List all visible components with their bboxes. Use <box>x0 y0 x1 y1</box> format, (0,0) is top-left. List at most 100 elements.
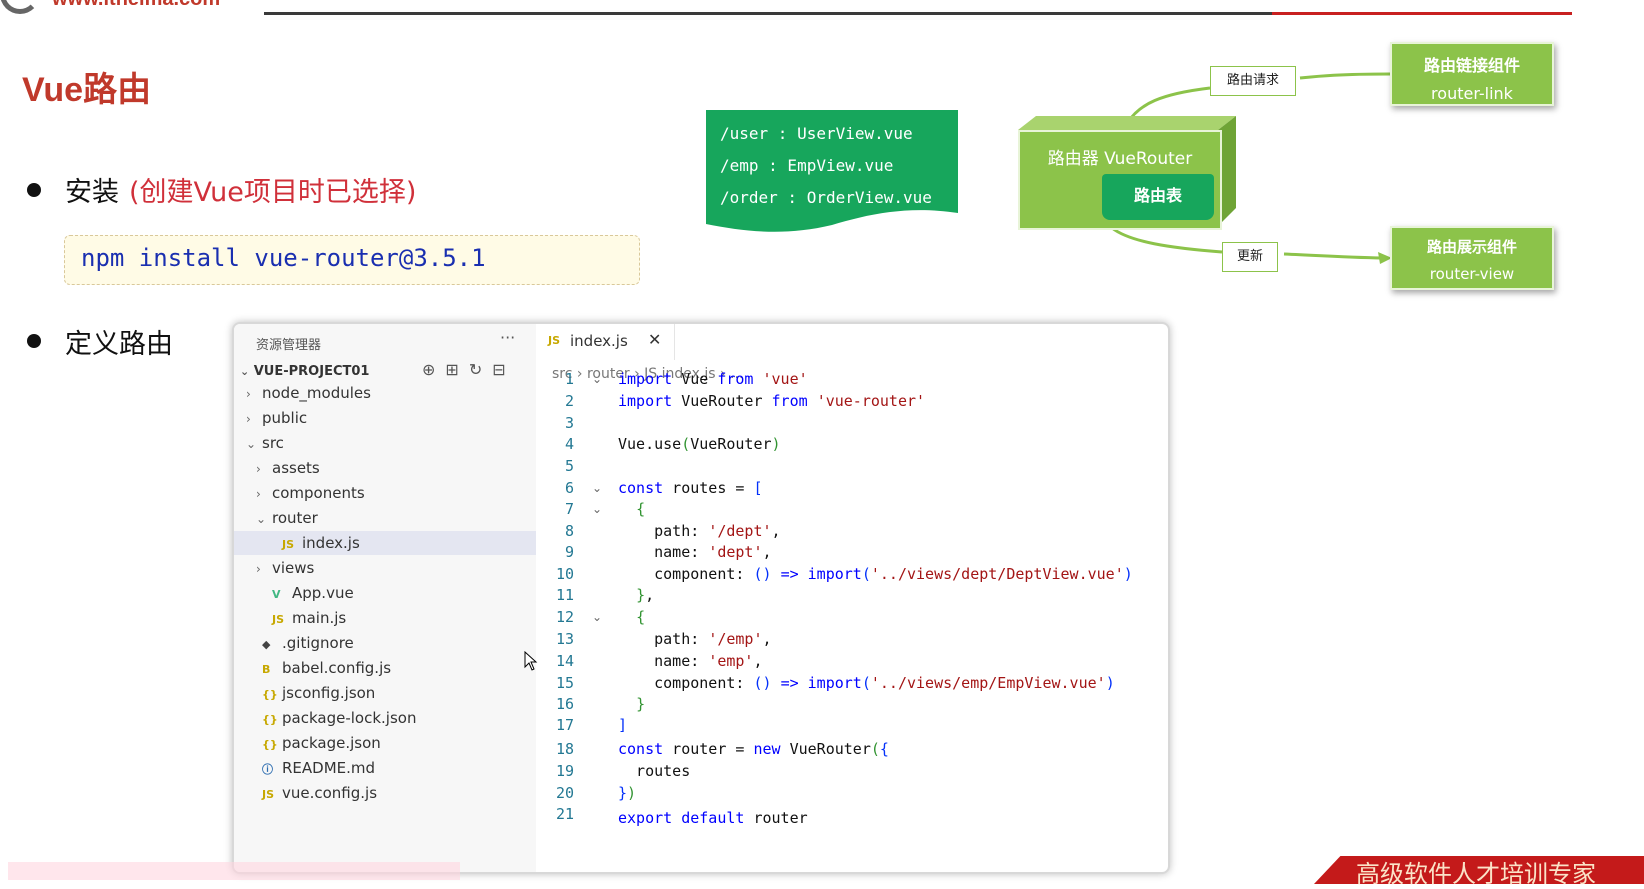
router-link-box: 路由链接组件 router-link <box>1390 42 1554 106</box>
install-command: npm install vue-router@3.5.1 <box>81 244 486 272</box>
code-line[interactable]: path: '/dept', <box>618 522 780 540</box>
install-command-box: npm install vue-router@3.5.1 <box>64 235 640 285</box>
code-line[interactable]: import Vue from 'vue' <box>618 370 808 388</box>
tree-item[interactable]: ⌄ src <box>234 431 536 455</box>
route-table-banner: /user : UserView.vue /emp : EmpView.vue … <box>706 110 958 240</box>
line-number: 7 <box>564 500 574 518</box>
line-number: 21 <box>555 805 574 823</box>
line-number: 13 <box>555 630 574 648</box>
tree-item-label: babel.config.js <box>282 659 392 677</box>
tree-item-label: .gitignore <box>282 634 354 652</box>
close-icon[interactable]: ✕ <box>648 330 661 349</box>
file-type-icon: B <box>262 663 271 676</box>
tab-label: index.js <box>570 332 628 350</box>
bullet-install-note: (创建Vue项目时已选择) <box>129 177 417 208</box>
tree-item[interactable]: Bbabel.config.js <box>234 656 536 680</box>
new-file-icon[interactable]: ⊕ <box>422 360 445 379</box>
fold-chevron-icon[interactable]: ⌄ <box>592 610 602 624</box>
line-number: 12 <box>555 608 574 626</box>
bullet-install: 安装 (创建Vue项目时已选择) <box>65 170 416 209</box>
tree-item-label: package.json <box>282 734 381 752</box>
code-line[interactable]: const router = new VueRouter({ <box>618 740 889 758</box>
tree-item[interactable]: ⌄ router <box>234 506 536 530</box>
line-number: 3 <box>564 414 574 432</box>
request-label: 路由请求 <box>1210 66 1296 96</box>
tree-item[interactable]: V App.vue <box>234 581 536 605</box>
tree-item[interactable]: › node_modules <box>234 381 536 405</box>
progress-strip <box>8 862 460 880</box>
code-line[interactable]: }) <box>618 784 636 802</box>
tree-item[interactable]: › components <box>234 481 536 505</box>
code-line[interactable]: { <box>618 608 645 626</box>
tree-item[interactable]: ◆ .gitignore <box>234 631 536 655</box>
bullet-icon <box>27 334 41 348</box>
code-line[interactable]: ] <box>618 716 627 734</box>
code-line[interactable]: name: 'emp', <box>618 652 762 670</box>
refresh-icon[interactable]: ↻ <box>469 360 492 379</box>
file-type-icon: ◆ <box>262 638 271 651</box>
tree-item[interactable]: › public <box>234 406 536 430</box>
line-number: 19 <box>555 762 574 780</box>
explorer-panel: 资源管理器 ··· ⌄ VUE-PROJECT01 ⊕⊞↻⊟ › node_mod… <box>234 324 536 872</box>
line-number: 8 <box>564 522 574 540</box>
code-line[interactable]: { <box>618 500 645 518</box>
chevron-down-icon: ⌄ <box>240 365 250 378</box>
tree-item[interactable]: JS vue.config.js <box>234 781 536 805</box>
new-folder-icon[interactable]: ⊞ <box>445 360 468 379</box>
tree-item-label: assets <box>272 459 320 477</box>
route-line: /user : UserView.vue <box>720 124 913 143</box>
tree-item[interactable]: JS index.js <box>234 531 536 555</box>
tree-item-label: components <box>272 484 365 502</box>
vuerouter-box: 路由器 VueRouter 路由表 <box>1018 130 1222 230</box>
code-line[interactable]: Vue.use(VueRouter) <box>618 435 781 453</box>
fold-chevron-icon[interactable]: ⌄ <box>592 481 602 495</box>
project-root[interactable]: ⌄ VUE-PROJECT01 <box>240 364 369 379</box>
code-line[interactable]: component: () => import('../views/dept/D… <box>618 565 1133 583</box>
code-line[interactable]: } <box>618 695 645 713</box>
code-line[interactable]: component: () => import('../views/emp/Em… <box>618 674 1115 692</box>
line-number: 15 <box>555 674 574 692</box>
fold-chevron-icon[interactable]: ⌄ <box>592 502 602 516</box>
project-name: VUE-PROJECT01 <box>253 364 370 379</box>
line-number: 2 <box>564 392 574 410</box>
tree-item[interactable]: {} package-lock.json <box>234 706 536 730</box>
line-number: 20 <box>555 784 574 802</box>
chevron-icon: ⌄ <box>256 512 267 526</box>
router-view-title: 路由展示组件 <box>1426 238 1517 256</box>
code-line[interactable]: routes <box>618 762 690 780</box>
code-line[interactable]: export default router <box>618 809 808 827</box>
chevron-icon: › <box>256 562 261 576</box>
tree-item-label: src <box>262 434 284 452</box>
tree-item[interactable]: {} package.json <box>234 731 536 755</box>
code-line[interactable]: path: '/emp', <box>618 630 771 648</box>
logo: www.itheima.com <box>0 0 280 18</box>
line-number: 1 <box>564 370 574 388</box>
router-link-sub: router-link <box>1431 84 1513 103</box>
router-view-sub: router-view <box>1429 265 1515 283</box>
tree-item[interactable]: › assets <box>234 456 536 480</box>
tree-item[interactable]: {} jsconfig.json <box>234 681 536 705</box>
line-number: 4 <box>564 435 574 453</box>
explorer-more-icon[interactable]: ··· <box>500 328 515 347</box>
line-number: 16 <box>555 695 574 713</box>
code-line[interactable]: name: 'dept', <box>618 543 771 561</box>
tree-item[interactable]: ⓘ README.md <box>234 756 536 780</box>
code-line[interactable]: import VueRouter from 'vue-router' <box>618 392 925 410</box>
tree-item-label: views <box>272 559 315 577</box>
file-type-icon: JS <box>272 613 285 626</box>
explorer-actions: ⊕⊞↻⊟ <box>422 360 516 379</box>
line-number: 5 <box>564 457 574 475</box>
code-line[interactable]: const routes = [ <box>618 479 763 497</box>
fold-chevron-icon[interactable]: ⌄ <box>592 372 602 386</box>
tab-index-js[interactable]: JS index.js ✕ <box>536 324 675 360</box>
chevron-icon: › <box>246 387 251 401</box>
tree-item-label: package-lock.json <box>282 709 417 727</box>
file-type-icon: JS <box>282 538 295 551</box>
logo-icon <box>0 0 40 14</box>
tree-item[interactable]: JS main.js <box>234 606 536 630</box>
slide-title: Vue路由 <box>22 71 152 109</box>
tree-item[interactable]: › views <box>234 556 536 580</box>
code-line[interactable]: }, <box>618 586 654 604</box>
bullet-icon <box>27 183 41 197</box>
collapse-icon[interactable]: ⊟ <box>492 360 515 379</box>
